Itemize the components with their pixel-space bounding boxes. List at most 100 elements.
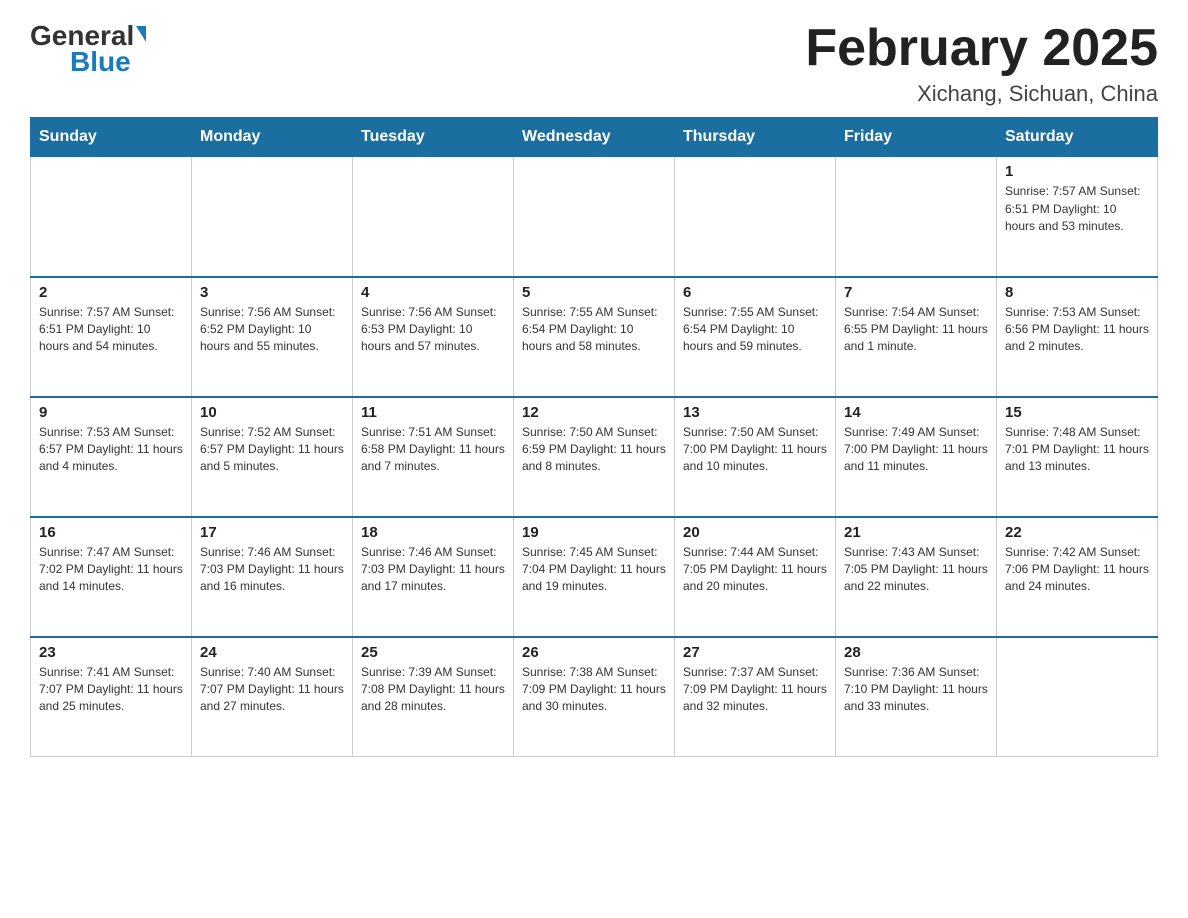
day-number: 10 <box>200 404 344 421</box>
day-of-week-header: Friday <box>836 118 997 157</box>
logo: General Blue <box>30 20 146 78</box>
day-info: Sunrise: 7:56 AM Sunset: 6:52 PM Dayligh… <box>200 304 344 356</box>
day-number: 11 <box>361 404 505 421</box>
day-number: 1 <box>1005 163 1149 180</box>
day-info: Sunrise: 7:37 AM Sunset: 7:09 PM Dayligh… <box>683 664 827 716</box>
day-info: Sunrise: 7:49 AM Sunset: 7:00 PM Dayligh… <box>844 424 988 476</box>
calendar-cell: 12 Sunrise: 7:50 AM Sunset: 6:59 PM Dayli… <box>514 397 675 517</box>
day-of-week-header: Sunday <box>31 118 192 157</box>
day-info: Sunrise: 7:48 AM Sunset: 7:01 PM Dayligh… <box>1005 424 1149 476</box>
day-info: Sunrise: 7:46 AM Sunset: 7:03 PM Dayligh… <box>200 544 344 596</box>
calendar-cell: 24 Sunrise: 7:40 AM Sunset: 7:07 PM Dayli… <box>192 637 353 757</box>
day-info: Sunrise: 7:38 AM Sunset: 7:09 PM Dayligh… <box>522 664 666 716</box>
calendar-cell <box>31 157 192 277</box>
day-info: Sunrise: 7:39 AM Sunset: 7:08 PM Dayligh… <box>361 664 505 716</box>
logo-arrow-icon <box>136 26 146 42</box>
day-number: 28 <box>844 644 988 661</box>
calendar-cell: 7 Sunrise: 7:54 AM Sunset: 6:55 PM Daylig… <box>836 277 997 397</box>
calendar-cell <box>192 157 353 277</box>
day-number: 5 <box>522 284 666 301</box>
day-info: Sunrise: 7:57 AM Sunset: 6:51 PM Dayligh… <box>39 304 183 356</box>
day-of-week-header: Tuesday <box>353 118 514 157</box>
calendar-cell: 22Sunrise: 7:42 AM Sunset: 7:06 PM Dayli… <box>997 517 1158 637</box>
day-number: 2 <box>39 284 183 301</box>
calendar-cell: 19Sunrise: 7:45 AM Sunset: 7:04 PM Dayli… <box>514 517 675 637</box>
calendar-cell: 2 Sunrise: 7:57 AM Sunset: 6:51 PM Daylig… <box>31 277 192 397</box>
day-number: 20 <box>683 524 827 541</box>
calendar-cell <box>675 157 836 277</box>
calendar-cell: 14 Sunrise: 7:49 AM Sunset: 7:00 PM Dayli… <box>836 397 997 517</box>
day-number: 17 <box>200 524 344 541</box>
day-info: Sunrise: 7:40 AM Sunset: 7:07 PM Dayligh… <box>200 664 344 716</box>
day-number: 21 <box>844 524 988 541</box>
day-info: Sunrise: 7:51 AM Sunset: 6:58 PM Dayligh… <box>361 424 505 476</box>
day-info: Sunrise: 7:45 AM Sunset: 7:04 PM Dayligh… <box>522 544 666 596</box>
day-number: 16 <box>39 524 183 541</box>
calendar-cell <box>353 157 514 277</box>
day-info: Sunrise: 7:55 AM Sunset: 6:54 PM Dayligh… <box>522 304 666 356</box>
calendar-cell: 5 Sunrise: 7:55 AM Sunset: 6:54 PM Daylig… <box>514 277 675 397</box>
calendar-cell: 17 Sunrise: 7:46 AM Sunset: 7:03 PM Dayli… <box>192 517 353 637</box>
day-number: 23 <box>39 644 183 661</box>
day-info: Sunrise: 7:50 AM Sunset: 6:59 PM Dayligh… <box>522 424 666 476</box>
calendar-cell: 20 Sunrise: 7:44 AM Sunset: 7:05 PM Dayli… <box>675 517 836 637</box>
calendar-cell: 28 Sunrise: 7:36 AM Sunset: 7:10 PM Dayli… <box>836 637 997 757</box>
day-number: 7 <box>844 284 988 301</box>
calendar-cell <box>514 157 675 277</box>
day-info: Sunrise: 7:53 AM Sunset: 6:57 PM Dayligh… <box>39 424 183 476</box>
calendar-week-row: 9 Sunrise: 7:53 AM Sunset: 6:57 PM Daylig… <box>31 397 1158 517</box>
calendar-cell: 9 Sunrise: 7:53 AM Sunset: 6:57 PM Daylig… <box>31 397 192 517</box>
calendar-week-row: 2 Sunrise: 7:57 AM Sunset: 6:51 PM Daylig… <box>31 277 1158 397</box>
day-number: 9 <box>39 404 183 421</box>
calendar-cell: 3 Sunrise: 7:56 AM Sunset: 6:52 PM Daylig… <box>192 277 353 397</box>
calendar-cell: 18Sunrise: 7:46 AM Sunset: 7:03 PM Dayli… <box>353 517 514 637</box>
day-number: 3 <box>200 284 344 301</box>
day-number: 13 <box>683 404 827 421</box>
calendar-cell: 6 Sunrise: 7:55 AM Sunset: 6:54 PM Daylig… <box>675 277 836 397</box>
day-number: 25 <box>361 644 505 661</box>
calendar-week-row: 16 Sunrise: 7:47 AM Sunset: 7:02 PM Dayli… <box>31 517 1158 637</box>
day-info: Sunrise: 7:54 AM Sunset: 6:55 PM Dayligh… <box>844 304 988 356</box>
day-info: Sunrise: 7:57 AM Sunset: 6:51 PM Dayligh… <box>1005 183 1149 235</box>
day-number: 12 <box>522 404 666 421</box>
calendar-header-row: SundayMondayTuesdayWednesdayThursdayFrid… <box>31 118 1158 157</box>
calendar-week-row: 23 Sunrise: 7:41 AM Sunset: 7:07 PM Dayli… <box>31 637 1158 757</box>
day-of-week-header: Monday <box>192 118 353 157</box>
logo-blue-word: Blue <box>70 46 131 78</box>
calendar-cell: 11 Sunrise: 7:51 AM Sunset: 6:58 PM Dayli… <box>353 397 514 517</box>
calendar-cell: 13Sunrise: 7:50 AM Sunset: 7:00 PM Dayli… <box>675 397 836 517</box>
day-number: 4 <box>361 284 505 301</box>
calendar-week-row: 1 Sunrise: 7:57 AM Sunset: 6:51 PM Daylig… <box>31 157 1158 277</box>
day-info: Sunrise: 7:53 AM Sunset: 6:56 PM Dayligh… <box>1005 304 1149 356</box>
month-year-title: February 2025 <box>805 20 1158 77</box>
day-info: Sunrise: 7:36 AM Sunset: 7:10 PM Dayligh… <box>844 664 988 716</box>
day-info: Sunrise: 7:55 AM Sunset: 6:54 PM Dayligh… <box>683 304 827 356</box>
calendar-cell: 10 Sunrise: 7:52 AM Sunset: 6:57 PM Dayli… <box>192 397 353 517</box>
day-info: Sunrise: 7:44 AM Sunset: 7:05 PM Dayligh… <box>683 544 827 596</box>
calendar-cell: 21 Sunrise: 7:43 AM Sunset: 7:05 PM Dayli… <box>836 517 997 637</box>
page-header: General Blue February 2025 Xichang, Sich… <box>30 20 1158 107</box>
day-number: 8 <box>1005 284 1149 301</box>
day-number: 14 <box>844 404 988 421</box>
day-info: Sunrise: 7:43 AM Sunset: 7:05 PM Dayligh… <box>844 544 988 596</box>
day-info: Sunrise: 7:52 AM Sunset: 6:57 PM Dayligh… <box>200 424 344 476</box>
calendar-cell: 27 Sunrise: 7:37 AM Sunset: 7:09 PM Dayli… <box>675 637 836 757</box>
day-info: Sunrise: 7:47 AM Sunset: 7:02 PM Dayligh… <box>39 544 183 596</box>
calendar-cell: 15 Sunrise: 7:48 AM Sunset: 7:01 PM Dayli… <box>997 397 1158 517</box>
calendar-cell <box>997 637 1158 757</box>
calendar-cell <box>836 157 997 277</box>
calendar-cell: 4 Sunrise: 7:56 AM Sunset: 6:53 PM Daylig… <box>353 277 514 397</box>
day-info: Sunrise: 7:42 AM Sunset: 7:06 PM Dayligh… <box>1005 544 1149 596</box>
day-number: 15 <box>1005 404 1149 421</box>
day-of-week-header: Thursday <box>675 118 836 157</box>
day-info: Sunrise: 7:56 AM Sunset: 6:53 PM Dayligh… <box>361 304 505 356</box>
logo-line2: Blue <box>30 46 131 78</box>
calendar-table: SundayMondayTuesdayWednesdayThursdayFrid… <box>30 117 1158 757</box>
day-info: Sunrise: 7:46 AM Sunset: 7:03 PM Dayligh… <box>361 544 505 596</box>
day-number: 27 <box>683 644 827 661</box>
day-number: 24 <box>200 644 344 661</box>
day-number: 6 <box>683 284 827 301</box>
calendar-cell: 23 Sunrise: 7:41 AM Sunset: 7:07 PM Dayli… <box>31 637 192 757</box>
calendar-cell: 25 Sunrise: 7:39 AM Sunset: 7:08 PM Dayli… <box>353 637 514 757</box>
day-info: Sunrise: 7:41 AM Sunset: 7:07 PM Dayligh… <box>39 664 183 716</box>
